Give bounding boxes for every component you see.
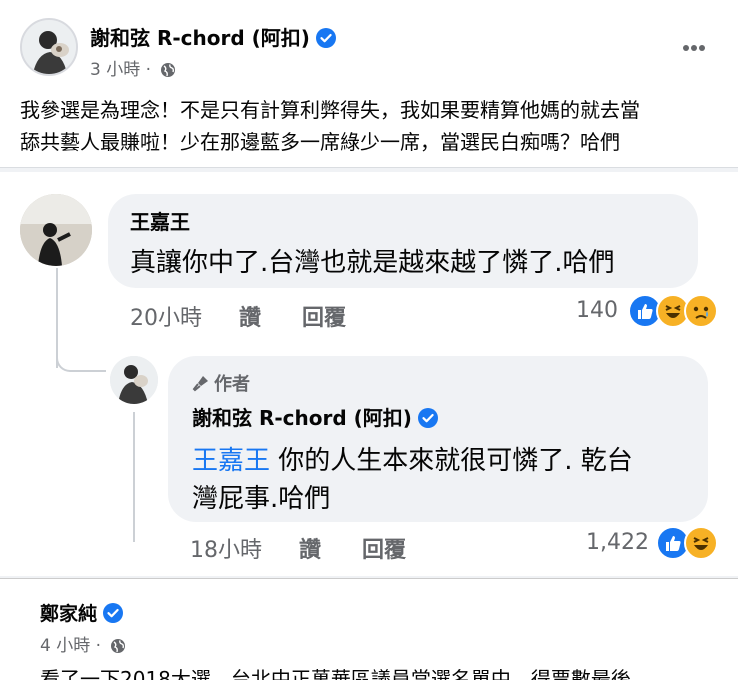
post-author-name[interactable]: 謝和弦 R-chord (阿扣) (90, 22, 336, 51)
more-options-icon[interactable] (676, 36, 712, 60)
post-author-label[interactable]: 謝和弦 R-chord (阿扣) (90, 26, 310, 50)
like-button[interactable]: 讚 (239, 300, 261, 332)
author-badge-label: 作者 (214, 374, 250, 395)
commenter-avatar[interactable] (20, 194, 92, 266)
reply-text-line-2: 灣屁事.哈們 (192, 484, 331, 514)
reply-author-label[interactable]: 謝和弦 R-chord (阿扣) (192, 406, 412, 430)
avatar-photo-icon (110, 356, 158, 404)
post2-author-name[interactable]: 鄭家純 (40, 599, 124, 626)
post-author-avatar[interactable] (20, 18, 78, 76)
reply-time[interactable]: 18小時 (190, 532, 262, 564)
comment-bubble: 王嘉王 真讓你中了.台灣也就是越來越了憐了.哈們 (108, 194, 698, 288)
verified-badge-icon (417, 408, 438, 428)
author-badge: 作者 (192, 370, 250, 397)
post-text-line-1: 我參選是為理念！不是只有計算利弊得失，我如果要精算他媽的就去當 (20, 98, 640, 122)
avatar-photo-icon (20, 194, 92, 266)
reply-actions: 18小時 讚 回覆 (190, 532, 406, 564)
commenter-name[interactable]: 王嘉王 (130, 206, 190, 235)
sad-reaction-icon (684, 294, 718, 328)
reaction-count: 1,422 (586, 530, 649, 555)
globe-icon (160, 62, 176, 83)
comment-actions: 20小時 讚 回覆 (130, 300, 346, 332)
comment-time[interactable]: 20小時 (130, 300, 202, 332)
haha-reaction-icon (684, 526, 718, 560)
post2-time[interactable]: 4 小時 · (40, 636, 101, 656)
mention-link[interactable]: 王嘉王 (192, 446, 270, 476)
post2-meta: 4 小時 · (40, 631, 126, 659)
avatar-photo-icon (22, 20, 76, 74)
reply-text-line-1: 王嘉王 你的人生本來就很可憐了. 乾台 (192, 440, 633, 477)
post2-author-label[interactable]: 鄭家純 (40, 603, 97, 625)
reply-reactions[interactable]: 1,422 (586, 526, 726, 562)
second-post-card: 鄭家純 4 小時 · 看了一下2018大選，台北中正萬華區議員當選名單中，得票數… (0, 578, 738, 680)
post-card: 謝和弦 R-chord (阿扣) 3 小時 · 我參選是為理念！不是只有計算利弊… (0, 0, 738, 168)
comment-reactions[interactable]: 140 (576, 294, 726, 330)
reply-button[interactable]: 回覆 (362, 532, 406, 564)
reply-text-part: 你的人生本來就很可憐了. 乾台 (270, 446, 633, 476)
thread-connector (56, 332, 106, 372)
reply-thread-line (133, 412, 135, 542)
reply-button[interactable]: 回覆 (302, 300, 346, 332)
reply-bubble: 作者 謝和弦 R-chord (阿扣) 王嘉王 你的人生本來就很可憐了. 乾台 … (168, 356, 708, 522)
verified-badge-icon (315, 28, 336, 48)
reply-author-name[interactable]: 謝和弦 R-chord (阿扣) (192, 402, 438, 431)
microphone-icon (192, 374, 210, 397)
post2-text-line-1: 看了一下2018大選，台北中正萬華區議員當選名單中，得票數最後 (40, 667, 631, 680)
verified-badge-icon (103, 603, 124, 623)
globe-icon (110, 638, 126, 659)
like-button[interactable]: 讚 (299, 532, 321, 564)
post-time[interactable]: 3 小時 · (90, 60, 151, 80)
reaction-count: 140 (576, 298, 618, 323)
post-meta: 3 小時 · (90, 55, 176, 83)
post-text-line-2: 舔共藝人最賺啦！少在那邊藍多一席綠少一席，當選民白痴嗎？哈們 (20, 130, 620, 154)
comment-text: 真讓你中了.台灣也就是越來越了憐了.哈們 (130, 248, 615, 278)
reply-author-avatar[interactable] (110, 356, 158, 404)
comments-section: 王嘉王 真讓你中了.台灣也就是越來越了憐了.哈們 20小時 讚 回覆 140 作… (0, 172, 738, 576)
